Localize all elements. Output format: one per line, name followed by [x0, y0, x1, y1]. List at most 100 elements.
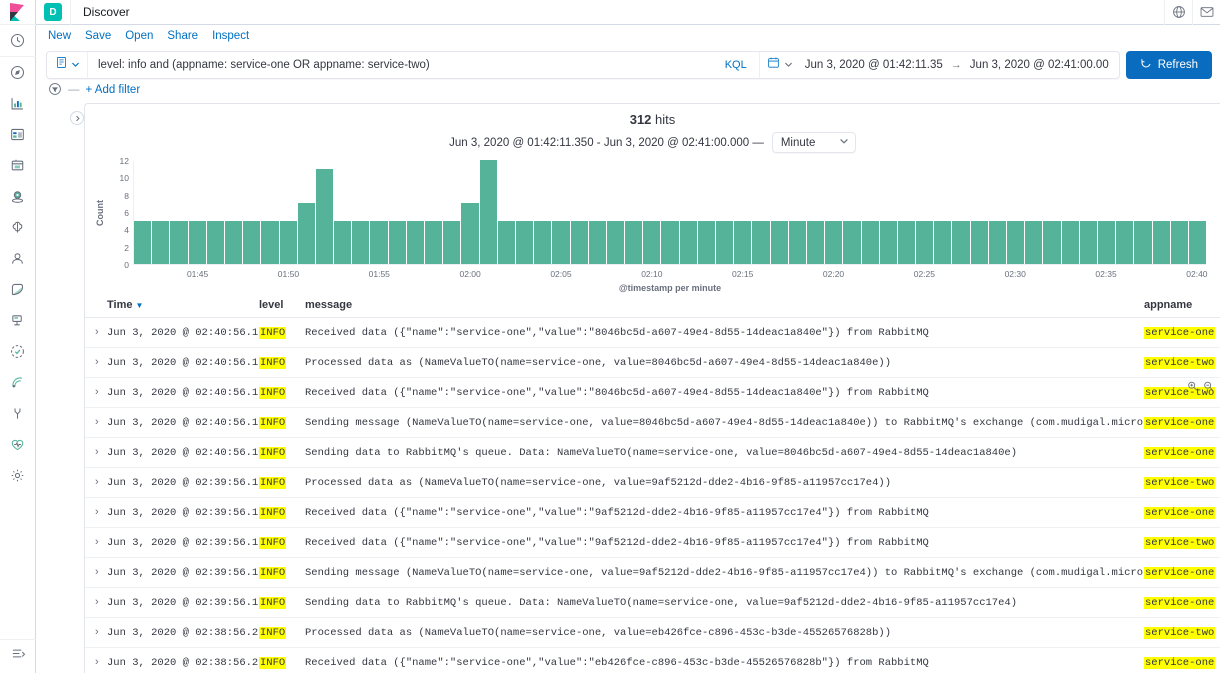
bar[interactable] [789, 221, 806, 264]
globe-icon[interactable] [1164, 0, 1192, 25]
bar[interactable] [389, 221, 406, 264]
table-row[interactable]: ›Jun 3, 2020 @ 02:38:56.232INFOProcessed… [85, 618, 1220, 648]
chevron-right-icon[interactable]: › [95, 596, 99, 608]
sidebar-item-dashboard[interactable] [0, 119, 36, 150]
bar[interactable] [498, 221, 515, 264]
sidebar-item-canvas[interactable] [0, 150, 36, 181]
interval-select[interactable]: Minute [772, 132, 856, 153]
sidebar-item-visualize[interactable] [0, 88, 36, 119]
chart-bars[interactable] [133, 161, 1206, 265]
column-header-appname[interactable]: appname [1144, 293, 1220, 318]
bar[interactable] [225, 221, 242, 264]
chevron-right-icon[interactable]: › [95, 536, 99, 548]
sidebar-item-siem[interactable] [0, 367, 36, 398]
bar[interactable] [698, 221, 715, 264]
expand-row-button[interactable]: › [85, 618, 107, 648]
table-row[interactable]: ›Jun 3, 2020 @ 02:38:56.231INFOReceived … [85, 648, 1220, 673]
bar[interactable] [952, 221, 969, 264]
bar[interactable] [643, 221, 660, 264]
chevron-right-icon[interactable]: › [95, 386, 99, 398]
bar[interactable] [407, 221, 424, 264]
bar[interactable] [934, 221, 951, 264]
documents-table-wrap[interactable]: Time▼ level message appname ›Jun 3, 2020… [85, 293, 1220, 673]
expand-row-button[interactable]: › [85, 378, 107, 408]
expand-row-button[interactable]: › [85, 348, 107, 378]
bar[interactable] [189, 221, 206, 264]
sidebar-collapse-toggle[interactable] [70, 111, 84, 125]
bar[interactable] [280, 221, 297, 264]
bar[interactable] [989, 221, 1006, 264]
expand-row-button[interactable]: › [85, 318, 107, 348]
menu-item-save[interactable]: Save [85, 30, 111, 42]
sort-descending-icon[interactable]: ▼ [135, 301, 143, 310]
table-row[interactable]: ›Jun 3, 2020 @ 02:39:56.159INFOSending d… [85, 588, 1220, 618]
bar[interactable] [825, 221, 842, 264]
collapse-nav-icon[interactable] [0, 639, 36, 667]
bar[interactable] [461, 203, 478, 264]
sidebar-item-uptime[interactable] [0, 336, 36, 367]
kibana-logo-icon[interactable] [0, 0, 36, 25]
bar[interactable] [1116, 221, 1133, 264]
expand-row-button[interactable]: › [85, 438, 107, 468]
chevron-right-icon[interactable]: › [95, 326, 99, 338]
chevron-right-icon[interactable]: › [95, 656, 99, 668]
bar[interactable] [1007, 221, 1024, 264]
bar[interactable] [971, 221, 988, 264]
sidebar-item-management[interactable] [0, 460, 36, 491]
bar[interactable] [443, 221, 460, 264]
sidebar-item-dev-tools[interactable] [0, 398, 36, 429]
table-row[interactable]: ›Jun 3, 2020 @ 02:40:56.109INFOSending m… [85, 408, 1220, 438]
column-header-time[interactable]: Time▼ [107, 293, 259, 318]
bar[interactable] [571, 221, 588, 264]
table-row[interactable]: ›Jun 3, 2020 @ 02:40:56.133INFOReceived … [85, 318, 1220, 348]
bar[interactable] [1062, 221, 1079, 264]
filter-icon[interactable] [48, 82, 62, 99]
menu-item-open[interactable]: Open [125, 30, 153, 42]
menu-item-inspect[interactable]: Inspect [212, 30, 249, 42]
sidebar-item-recently-viewed[interactable] [0, 25, 36, 57]
bar[interactable] [661, 221, 678, 264]
table-row[interactable]: ›Jun 3, 2020 @ 02:39:56.159INFOSending m… [85, 558, 1220, 588]
bar[interactable] [261, 221, 278, 264]
bar[interactable] [680, 221, 697, 264]
bar[interactable] [1080, 221, 1097, 264]
bar[interactable] [534, 221, 551, 264]
sidebar-item-apm[interactable] [0, 305, 36, 336]
bar[interactable] [1098, 221, 1115, 264]
bar[interactable] [243, 221, 260, 264]
bar[interactable] [716, 221, 733, 264]
date-range[interactable]: Jun 3, 2020 @ 01:42:11.35 → Jun 3, 2020 … [799, 59, 1119, 71]
bar[interactable] [134, 221, 151, 264]
query-language-button[interactable]: KQL [713, 59, 759, 71]
bar[interactable] [1153, 221, 1170, 264]
table-row[interactable]: ›Jun 3, 2020 @ 02:40:56.122INFOProcessed… [85, 348, 1220, 378]
expand-row-button[interactable]: › [85, 648, 107, 673]
bar[interactable] [152, 221, 169, 264]
sidebar-item-logs[interactable] [0, 274, 36, 305]
expand-row-button[interactable]: › [85, 558, 107, 588]
expand-row-button[interactable]: › [85, 468, 107, 498]
bar[interactable] [480, 160, 497, 264]
bar[interactable] [1134, 221, 1151, 264]
bar[interactable] [862, 221, 879, 264]
bar[interactable] [370, 221, 387, 264]
menu-item-share[interactable]: Share [167, 30, 198, 42]
bar[interactable] [771, 221, 788, 264]
bar[interactable] [607, 221, 624, 264]
bar[interactable] [589, 221, 606, 264]
chevron-right-icon[interactable]: › [95, 446, 99, 458]
sidebar-item-machine-learning[interactable] [0, 212, 36, 243]
bar[interactable] [898, 221, 915, 264]
chevron-right-icon[interactable]: › [95, 476, 99, 488]
bar[interactable] [1171, 221, 1188, 264]
sidebar-item-discover[interactable] [0, 57, 36, 88]
table-row[interactable]: ›Jun 3, 2020 @ 02:39:56.162INFOReceived … [85, 528, 1220, 558]
bar[interactable] [734, 221, 751, 264]
bar[interactable] [843, 221, 860, 264]
search-input[interactable]: level: info and (appname: service-one OR… [88, 59, 713, 71]
bar[interactable] [352, 221, 369, 264]
bar[interactable] [516, 221, 533, 264]
expand-row-button[interactable]: › [85, 408, 107, 438]
expand-row-button[interactable]: › [85, 588, 107, 618]
bar[interactable] [880, 221, 897, 264]
